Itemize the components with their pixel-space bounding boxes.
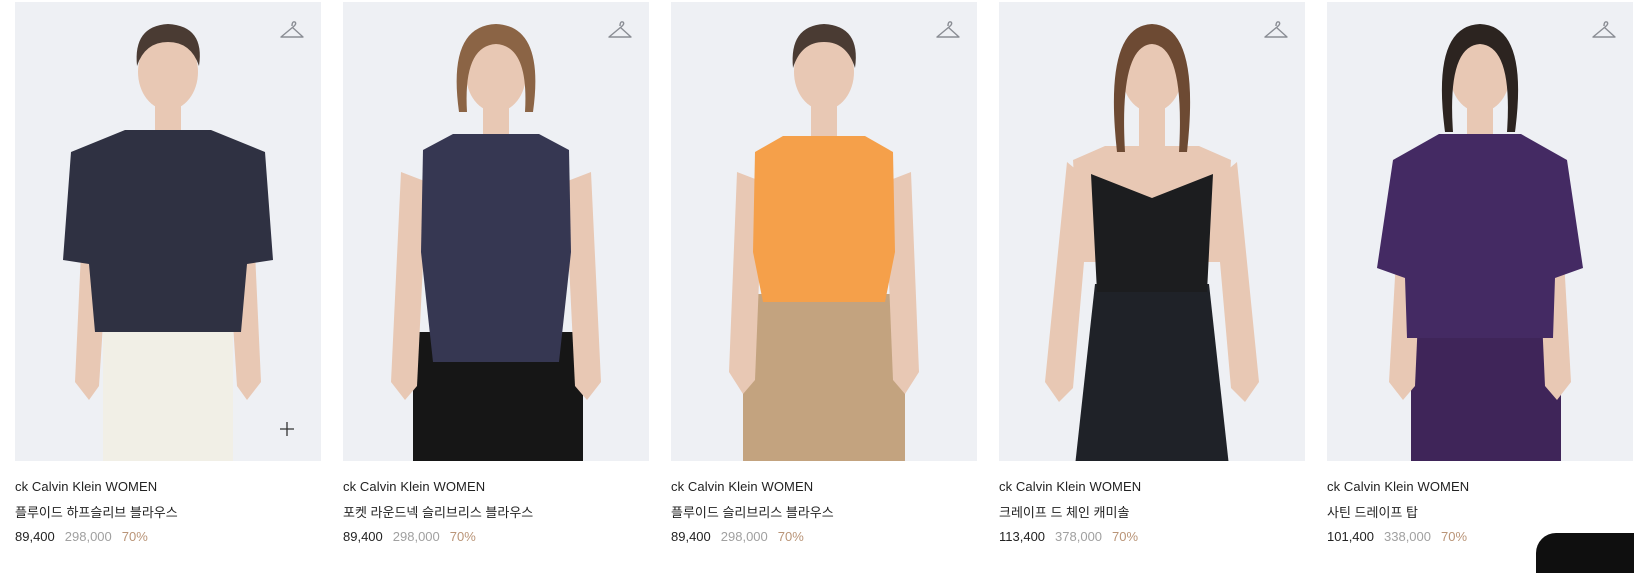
- product-image[interactable]: [671, 2, 977, 461]
- discount-rate: 70%: [121, 529, 148, 544]
- discount-rate: 70%: [449, 529, 476, 544]
- floating-action-button[interactable]: [1536, 533, 1634, 573]
- product-brand[interactable]: ck Calvin Klein WOMEN: [671, 479, 977, 494]
- hanger-icon[interactable]: [935, 18, 961, 44]
- product-name[interactable]: 사틴 드레이프 탑: [1327, 502, 1633, 521]
- product-card[interactable]: ck Calvin Klein WOMEN 포켓 라운드넥 슬리브리스 블라우스…: [343, 2, 649, 547]
- product-grid: ck Calvin Klein WOMEN 플루이드 하프슬리브 블라우스 89…: [15, 2, 1634, 547]
- product-image[interactable]: [999, 2, 1305, 461]
- product-name[interactable]: 플루이드 슬리브리스 블라우스: [671, 502, 977, 521]
- model-illustration: [391, 24, 601, 461]
- product-card[interactable]: ck Calvin Klein WOMEN 플루이드 슬리브리스 블라우스 89…: [671, 2, 977, 547]
- model-illustration: [729, 24, 919, 461]
- sale-price: 101,400: [1327, 529, 1374, 544]
- sale-price: 89,400: [343, 529, 383, 544]
- product-card[interactable]: ck Calvin Klein WOMEN 사틴 드레이프 탑 101,400 …: [1327, 2, 1633, 547]
- original-price: 338,000: [1384, 529, 1431, 544]
- hanger-icon[interactable]: [1591, 18, 1617, 44]
- sale-price: 89,400: [15, 529, 55, 544]
- sale-price: 89,400: [671, 529, 711, 544]
- product-image[interactable]: [15, 2, 321, 461]
- model-illustration: [1045, 24, 1259, 461]
- product-name[interactable]: 플루이드 하프슬리브 블라우스: [15, 502, 321, 521]
- price-row: 89,400 298,000 70%: [343, 529, 649, 544]
- product-name[interactable]: 포켓 라운드넥 슬리브리스 블라우스: [343, 502, 649, 521]
- hanger-icon[interactable]: [1263, 18, 1289, 44]
- product-card[interactable]: ck Calvin Klein WOMEN 플루이드 하프슬리브 블라우스 89…: [15, 2, 321, 547]
- discount-rate: 70%: [1441, 529, 1468, 544]
- model-illustration: [63, 24, 273, 461]
- price-row: 89,400 298,000 70%: [15, 529, 321, 544]
- price-row: 89,400 298,000 70%: [671, 529, 977, 544]
- hanger-icon[interactable]: [279, 18, 305, 44]
- original-price: 298,000: [720, 529, 768, 544]
- price-row: 113,400 378,000 70%: [999, 529, 1305, 544]
- original-price: 378,000: [1055, 529, 1103, 544]
- product-image[interactable]: [1327, 2, 1633, 461]
- original-price: 298,000: [392, 529, 440, 544]
- original-price: 298,000: [64, 529, 112, 544]
- discount-rate: 70%: [777, 529, 804, 544]
- product-brand[interactable]: ck Calvin Klein WOMEN: [1327, 479, 1633, 494]
- product-image[interactable]: [343, 2, 649, 461]
- sale-price: 113,400: [999, 529, 1046, 544]
- product-brand[interactable]: ck Calvin Klein WOMEN: [15, 479, 321, 494]
- hanger-icon[interactable]: [607, 18, 633, 44]
- product-brand[interactable]: ck Calvin Klein WOMEN: [343, 479, 649, 494]
- product-name[interactable]: 크레이프 드 체인 캐미솔: [999, 502, 1305, 521]
- plus-icon[interactable]: [279, 421, 295, 437]
- model-illustration: [1377, 24, 1583, 461]
- product-brand[interactable]: ck Calvin Klein WOMEN: [999, 479, 1305, 494]
- discount-rate: 70%: [1112, 529, 1139, 544]
- product-card[interactable]: ck Calvin Klein WOMEN 크레이프 드 체인 캐미솔 113,…: [999, 2, 1305, 547]
